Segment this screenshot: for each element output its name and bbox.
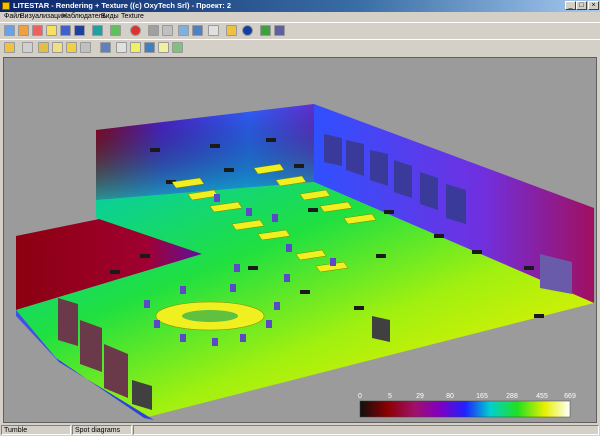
illuminance-legend: 0 5 29 80 165 288 455 669 (358, 393, 576, 418)
move-icon[interactable] (4, 42, 15, 53)
status-bar: Tumble Spot diagrams (0, 424, 600, 436)
export-icon[interactable] (274, 25, 285, 36)
main-toolbar (0, 22, 600, 39)
legend-tick: 80 (446, 393, 454, 400)
legend-tick: 455 (536, 393, 548, 400)
menu-observer[interactable]: Наблюдатель (62, 12, 106, 22)
status-empty (133, 425, 599, 435)
menu-file[interactable]: Файл (4, 12, 21, 22)
network-icon[interactable] (260, 25, 271, 36)
lines-icon[interactable] (162, 25, 173, 36)
print-icon[interactable] (46, 25, 57, 36)
save-icon[interactable] (32, 25, 43, 36)
status-mode: Tumble (1, 425, 71, 435)
fly-icon[interactable] (172, 42, 183, 53)
spot-icon[interactable] (116, 42, 127, 53)
sun-icon[interactable] (52, 42, 63, 53)
legend-tick: 29 (416, 393, 424, 400)
legend-tick: 165 (476, 393, 488, 400)
lamp-icon[interactable] (130, 25, 141, 36)
layers-icon[interactable] (92, 25, 103, 36)
render-viewport[interactable]: 0 5 29 80 165 288 455 669 (3, 57, 597, 423)
pointer-icon[interactable] (22, 42, 33, 53)
new-icon[interactable] (4, 25, 15, 36)
menu-views[interactable]: Виды (101, 12, 119, 22)
grid-icon[interactable] (148, 25, 159, 36)
status-view: Spot diagrams (72, 425, 132, 435)
cube-icon[interactable] (60, 25, 71, 36)
minimize-button[interactable]: _ (565, 1, 576, 10)
zoom-icon[interactable] (80, 42, 91, 53)
menu-bar: Файл Визуализация Наблюдатель Виды Textu… (0, 12, 600, 22)
cube-solid-icon[interactable] (74, 25, 85, 36)
legend-tick: 288 (506, 393, 518, 400)
legend-tick: 5 (388, 393, 392, 400)
legend-tick: 669 (564, 393, 576, 400)
explode-icon[interactable] (158, 42, 169, 53)
legend-color-bar (359, 400, 571, 418)
palette-icon[interactable] (110, 25, 121, 36)
axis-icon[interactable] (226, 25, 237, 36)
open-icon[interactable] (18, 25, 29, 36)
menu-texture[interactable]: Texture (121, 12, 144, 22)
legend-tick: 0 (358, 393, 362, 400)
light-icon[interactable] (130, 42, 141, 53)
pencil-icon[interactable] (66, 42, 77, 53)
face-icon[interactable] (178, 25, 189, 36)
title-bar: LITESTAR - Rendering + Texture ((c) OxyT… (0, 0, 600, 12)
window-title: LITESTAR - Rendering + Texture ((c) OxyT… (13, 1, 232, 10)
scene-icon[interactable] (144, 42, 155, 53)
maximize-button[interactable]: □ (576, 1, 587, 10)
orbit-icon[interactable] (100, 42, 111, 53)
chart-icon[interactable] (208, 25, 219, 36)
edge-icon[interactable] (192, 25, 203, 36)
rendered-scene: 0 5 29 80 165 288 455 669 (16, 104, 594, 420)
tools-toolbar (0, 39, 600, 56)
app-icon (2, 2, 10, 10)
close-button[interactable]: × (588, 1, 599, 10)
menu-visualization[interactable]: Визуализация (20, 12, 66, 22)
rotate-icon[interactable] (38, 42, 49, 53)
info-icon[interactable] (242, 25, 253, 36)
